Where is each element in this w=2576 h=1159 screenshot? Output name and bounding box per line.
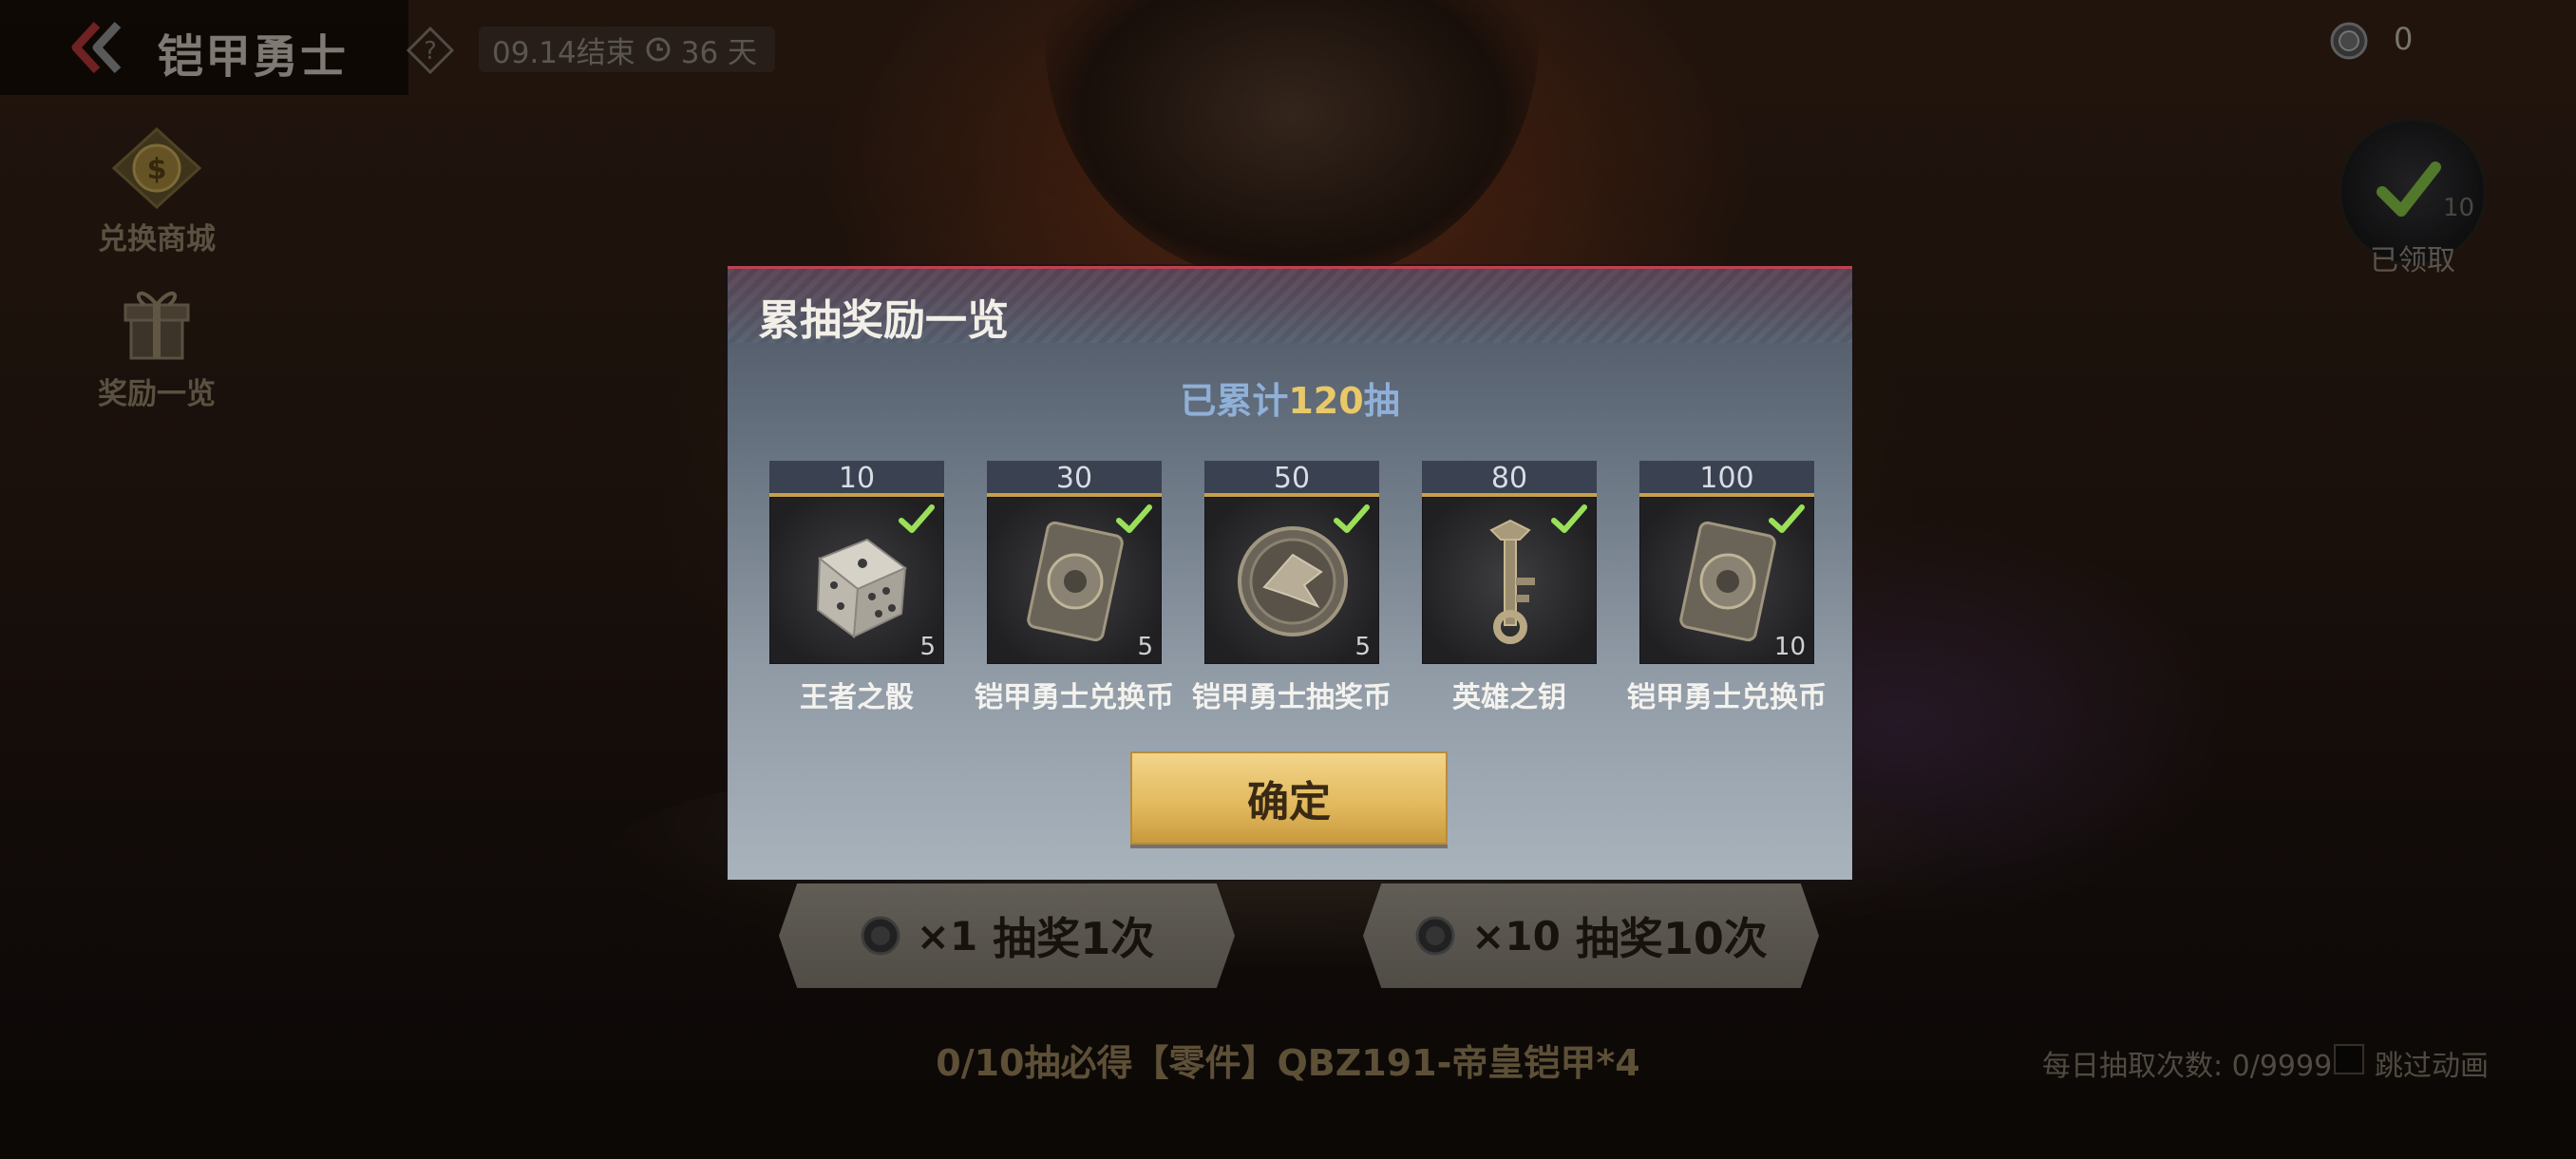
checkmark-icon bbox=[1769, 504, 1805, 533]
reward-threshold: 80 bbox=[1422, 461, 1597, 497]
reward-tile bbox=[1422, 497, 1597, 664]
reward-tile: 5 bbox=[769, 497, 944, 664]
checkmark-icon bbox=[1551, 504, 1587, 533]
cumulative-count: 已累计120抽 bbox=[728, 371, 1852, 424]
reward-threshold: 50 bbox=[1204, 461, 1379, 497]
reward-name: 铠甲勇士兑换币 bbox=[975, 681, 1174, 714]
cumulative-rewards-dialog: 累抽奖励一览 已累计120抽 10 5 王者之骰 30 5 铠甲勇士兑换币 50… bbox=[728, 266, 1852, 880]
reward-item[interactable]: 50 5 铠甲勇士抽奖币 bbox=[1192, 461, 1392, 715]
reward-name: 王者之骰 bbox=[800, 681, 914, 714]
reward-quantity: 5 bbox=[1354, 633, 1371, 661]
reward-threshold: 10 bbox=[769, 461, 944, 497]
checkmark-icon bbox=[1116, 504, 1152, 533]
reward-tile: 10 bbox=[1639, 497, 1814, 664]
reward-item[interactable]: 10 5 王者之骰 bbox=[769, 461, 944, 715]
count-suffix: 抽 bbox=[1363, 380, 1400, 422]
reward-quantity: 10 bbox=[1773, 633, 1806, 661]
reward-item[interactable]: 80 英雄之钥 bbox=[1422, 461, 1597, 715]
count-value: 120 bbox=[1288, 380, 1364, 422]
reward-threshold: 30 bbox=[987, 461, 1162, 497]
reward-list: 10 5 王者之骰 30 5 铠甲勇士兑换币 50 5 铠甲勇士抽奖币 80 英… bbox=[769, 461, 1827, 727]
checkmark-icon bbox=[1334, 504, 1370, 533]
reward-quantity: 5 bbox=[919, 633, 936, 661]
reward-tile: 5 bbox=[1204, 497, 1379, 664]
reward-quantity: 5 bbox=[1137, 633, 1153, 661]
reward-tile: 5 bbox=[987, 497, 1162, 664]
count-prefix: 已累计 bbox=[1180, 380, 1289, 422]
reward-name: 铠甲勇士抽奖币 bbox=[1192, 681, 1392, 714]
checkmark-icon bbox=[899, 504, 935, 533]
confirm-button[interactable]: 确定 bbox=[1130, 751, 1448, 845]
reward-item[interactable]: 100 10 铠甲勇士兑换币 bbox=[1627, 461, 1827, 715]
reward-item[interactable]: 30 5 铠甲勇士兑换币 bbox=[975, 461, 1174, 715]
dialog-title: 累抽奖励一览 bbox=[758, 296, 1009, 345]
reward-name: 英雄之钥 bbox=[1452, 681, 1566, 714]
reward-threshold: 100 bbox=[1639, 461, 1814, 497]
reward-name: 铠甲勇士兑换币 bbox=[1627, 681, 1827, 714]
